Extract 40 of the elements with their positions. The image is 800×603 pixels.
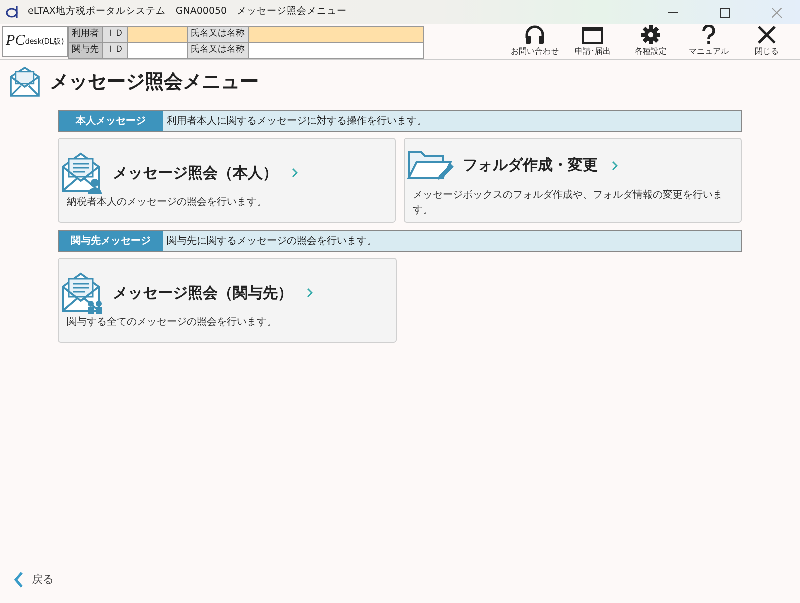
- close-icon: [757, 25, 777, 45]
- page-title: メッセージ照会メニュー: [50, 70, 259, 95]
- envelope-people-icon: [61, 271, 105, 315]
- card-description: メッセージボックスのフォルダ作成や、フォルダ情報の変更を行います。: [413, 188, 724, 218]
- field-label: ＩＤ: [102, 26, 128, 42]
- window-title: eLTAX地方税ポータルシステム GNA00050 メッセージ照会メニュー: [28, 4, 348, 19]
- menu-card[interactable]: フォルダ作成・変更 メッセージボックスのフォルダ作成や、フォルダ情報の変更を行います。: [404, 138, 742, 223]
- card-description: 納税者本人のメッセージの照会を行います。: [67, 196, 268, 210]
- card-title: フォルダ作成・変更: [463, 155, 598, 176]
- help-icon: [702, 25, 716, 45]
- toolbar-button[interactable]: お問い合わせ: [506, 24, 564, 59]
- envelope-icon: [10, 66, 42, 98]
- section-label: 本人メッセージ: [59, 111, 163, 131]
- back-link[interactable]: 戻る: [14, 572, 54, 588]
- card-title: メッセージ照会（関与先）: [113, 282, 293, 304]
- section-label: 関与先メッセージ: [59, 231, 163, 251]
- chevron-icon: [307, 288, 313, 298]
- field-label: ＩＤ: [102, 42, 128, 58]
- envelope-person-icon: [61, 151, 105, 195]
- field-label: 氏名又は名称: [188, 42, 248, 58]
- toolbar-button[interactable]: マニュアル: [680, 24, 738, 59]
- field-label: 氏名又は名称: [188, 26, 248, 42]
- chevron-icon: [292, 168, 298, 178]
- minimize-icon[interactable]: [668, 12, 678, 14]
- toolbar-button[interactable]: 申請･届出: [564, 24, 622, 59]
- menu-card[interactable]: メッセージ照会（本人） 納税者本人のメッセージの照会を行います。: [58, 138, 396, 223]
- field-label: 利用者: [68, 26, 102, 42]
- window-icon: [582, 27, 604, 45]
- toolbar-button[interactable]: 閉じる: [738, 24, 796, 59]
- maximize-icon[interactable]: [720, 8, 730, 18]
- headset-icon: [524, 25, 546, 45]
- card-description: 関与する全てのメッセージの照会を行います。: [67, 316, 278, 330]
- back-chevron-icon: [14, 572, 24, 588]
- chevron-icon: [612, 160, 618, 170]
- section-description: 関与先に関するメッセージの照会を行います。: [166, 234, 377, 248]
- card-title: メッセージ照会（本人）: [113, 162, 278, 184]
- field-label: 関与先: [68, 42, 102, 58]
- menu-card[interactable]: メッセージ照会（関与先） 関与する全てのメッセージの照会を行います。: [58, 258, 397, 343]
- section-description: 利用者本人に関するメッセージに対する操作を行います。: [166, 114, 427, 128]
- toolbar-button[interactable]: 各種設定: [622, 24, 680, 59]
